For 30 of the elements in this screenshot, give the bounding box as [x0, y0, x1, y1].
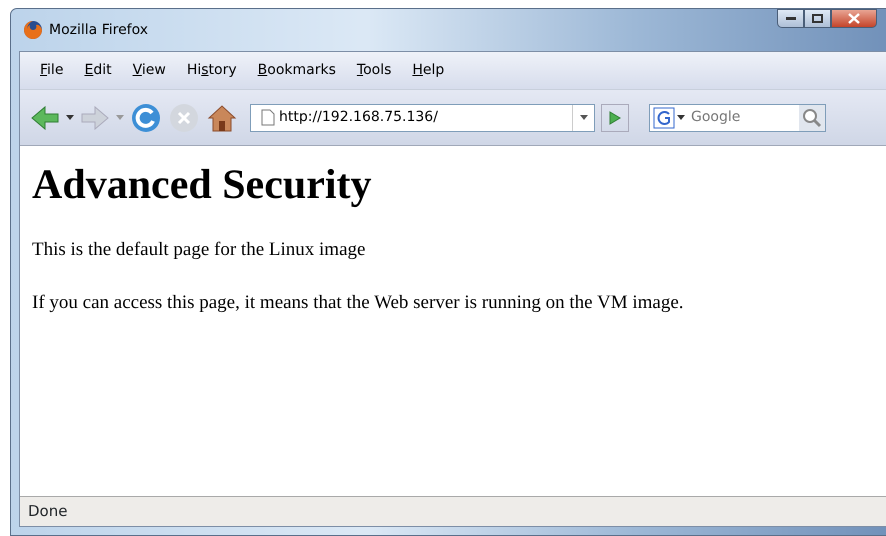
menu-item[interactable]: Bookmarks: [250, 58, 344, 83]
go-button[interactable]: [601, 104, 629, 132]
page-heading: Advanced Security: [32, 161, 372, 210]
google-logo-icon: [653, 106, 675, 128]
minimize-button[interactable]: [777, 9, 804, 28]
menu-item[interactable]: Tools: [348, 58, 400, 83]
close-icon: [848, 13, 860, 24]
menu-item[interactable]: Edit: [76, 58, 120, 83]
maximize-button[interactable]: [804, 9, 831, 28]
home-button[interactable]: [206, 102, 238, 132]
close-button[interactable]: [831, 9, 877, 28]
play-arrow-icon: [609, 110, 621, 124]
address-bar[interactable]: http://192.168.75.136/: [250, 104, 595, 132]
minimize-icon: [786, 16, 796, 20]
paragraph: If you can access this page, it means that the Web server is running on the VM image.: [32, 290, 685, 315]
menu-item[interactable]: Help: [404, 58, 452, 83]
menu-item[interactable]: History: [178, 58, 245, 83]
maximize-icon: [812, 14, 823, 23]
reload-button[interactable]: [130, 102, 162, 134]
menu-item[interactable]: File: [32, 58, 72, 83]
search-bar[interactable]: Google: [649, 104, 826, 132]
dropdown-caret-icon[interactable]: [66, 115, 74, 120]
window-title: Mozilla Firefox: [49, 20, 148, 40]
paragraph: This is the default page for the Linux image: [32, 238, 366, 262]
dropdown-caret-icon[interactable]: [677, 115, 685, 120]
back-button[interactable]: [30, 104, 60, 132]
menu-item[interactable]: View: [124, 58, 174, 83]
search-icon[interactable]: [799, 104, 825, 130]
firefox-logo-icon: [23, 20, 43, 40]
status-text: Done: [28, 501, 68, 522]
